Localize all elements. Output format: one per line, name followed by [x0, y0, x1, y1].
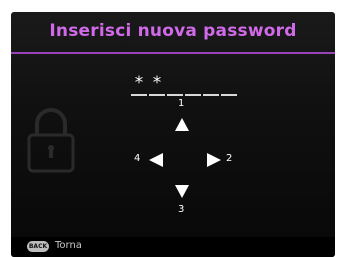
password-slot — [203, 72, 219, 96]
password-slot: * — [149, 72, 165, 96]
padlock-icon — [25, 102, 77, 174]
title-divider — [11, 52, 335, 54]
password-field[interactable]: * * — [131, 72, 241, 96]
key-number-left: 4 — [134, 153, 141, 164]
password-slot — [221, 72, 237, 96]
password-dialog: Inserisci nuova password * * 1 4 2 3 BAC… — [11, 12, 335, 257]
back-label: Torna — [55, 240, 82, 251]
key-number-right: 2 — [226, 153, 233, 164]
arrow-up-icon[interactable] — [175, 118, 189, 131]
dialog-title: Inserisci nuova password — [49, 21, 297, 41]
password-slot: * — [131, 72, 147, 96]
key-number-up: 1 — [178, 98, 185, 109]
arrow-right-icon[interactable] — [207, 153, 221, 167]
password-slot — [185, 72, 201, 96]
back-button-icon[interactable]: BACK — [27, 241, 49, 252]
key-number-down: 3 — [178, 204, 185, 215]
arrow-left-icon[interactable] — [149, 153, 163, 167]
password-slot — [167, 72, 183, 96]
arrow-down-icon[interactable] — [175, 185, 189, 198]
footer-bar: BACK Torna — [11, 237, 335, 257]
